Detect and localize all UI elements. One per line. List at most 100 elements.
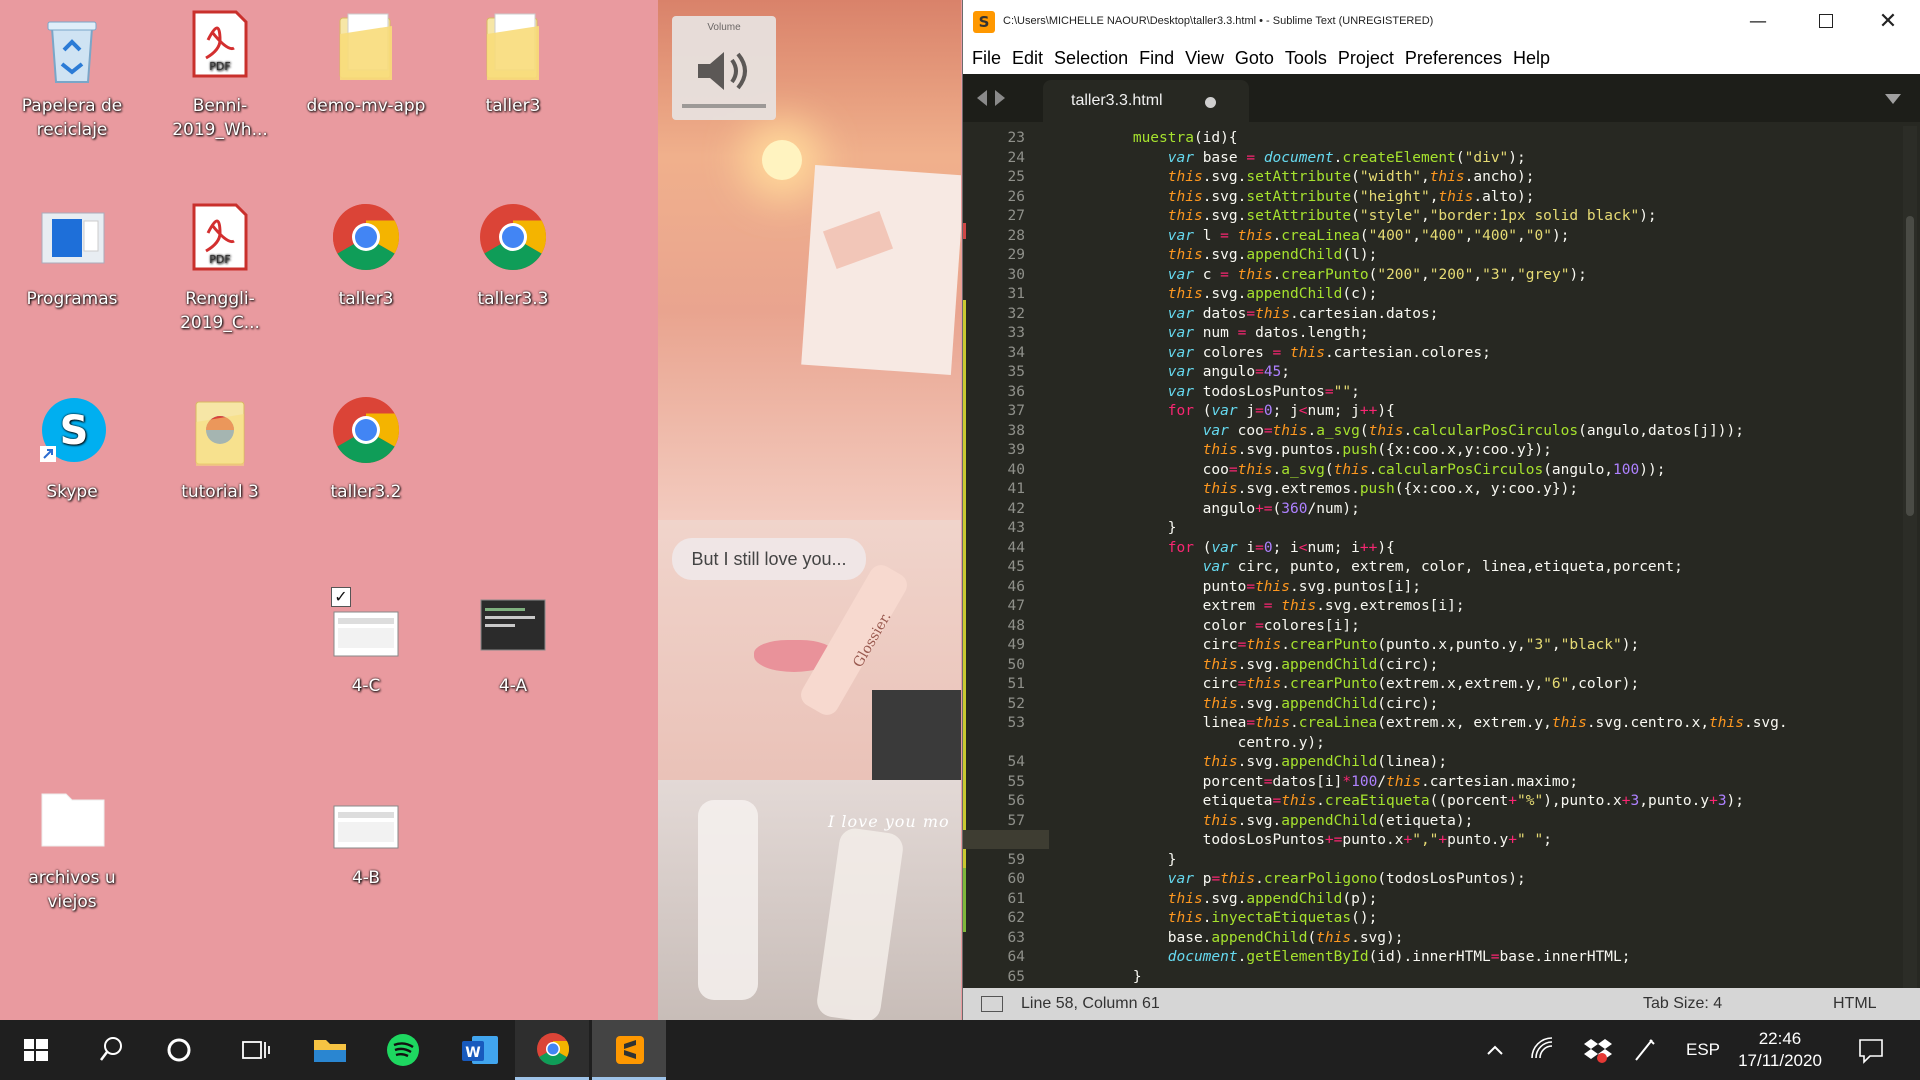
spotify-button[interactable] xyxy=(365,1020,439,1080)
desktop-icon-4-c[interactable]: 4-C xyxy=(296,590,436,698)
code-line[interactable]: var l = this.creaLinea("400","400","400"… xyxy=(1063,228,1570,244)
menu-edit[interactable]: Edit xyxy=(1009,48,1051,69)
code-line[interactable]: color =colores[i]; xyxy=(1063,618,1360,634)
code-line[interactable]: var datos=this.cartesian.datos; xyxy=(1063,306,1439,322)
maximize-button[interactable] xyxy=(1801,0,1851,43)
code-line[interactable]: this.svg.appendChild(l); xyxy=(1063,247,1378,263)
desktop-icon-recycle-bin[interactable]: Papelera de reciclaje xyxy=(2,10,142,142)
code-line[interactable]: this.svg.appendChild(c); xyxy=(1063,286,1378,302)
code-line[interactable]: todosLosPuntos+=punto.x+","+punto.y+" "; xyxy=(1063,832,1552,848)
code-line[interactable]: this.svg.puntos.push({x:coo.x,y:coo.y}); xyxy=(1063,442,1552,458)
menu-tools[interactable]: Tools xyxy=(1282,48,1335,69)
close-button[interactable]: ✕ xyxy=(1863,0,1913,43)
tab-taller3-3[interactable]: taller3.3.html xyxy=(1043,80,1249,122)
code-line[interactable]: this.svg.appendChild(etiqueta); xyxy=(1063,813,1474,829)
search-button[interactable] xyxy=(73,1020,147,1080)
code-line[interactable]: etiqueta=this.creaEtiqueta((porcent+"%")… xyxy=(1063,793,1744,809)
panel-toggle-icon[interactable] xyxy=(981,996,1003,1012)
code-line[interactable]: linea=this.creaLinea(extrem.x, extrem.y,… xyxy=(1063,715,1788,731)
language-indicator[interactable]: ESP xyxy=(1686,1020,1720,1080)
dropbox-button[interactable] xyxy=(1572,1020,1612,1080)
code-line[interactable]: circ=this.crearPunto(punto.x,punto.y,"3"… xyxy=(1063,637,1640,653)
unsaved-dot-icon[interactable] xyxy=(1205,97,1216,108)
code-line[interactable]: var colores = this.cartesian.colores; xyxy=(1063,345,1491,361)
code-line[interactable]: this.svg.setAttribute("style","border:1p… xyxy=(1063,208,1657,224)
code-line[interactable]: var p=this.crearPoligono(todosLosPuntos)… xyxy=(1063,871,1526,887)
word-button[interactable]: W xyxy=(440,1020,514,1080)
menu-selection[interactable]: Selection xyxy=(1051,48,1136,69)
code-line[interactable]: this.svg.extremos.push({x:coo.x, y:coo.y… xyxy=(1063,481,1578,497)
task-view-button[interactable] xyxy=(219,1020,293,1080)
code-line[interactable]: coo=this.a_svg(this.calcularPosCirculos(… xyxy=(1063,462,1666,478)
code-line[interactable]: var coo=this.a_svg(this.calcularPosCircu… xyxy=(1063,423,1744,439)
desktop-icon-programas[interactable]: Programas xyxy=(2,203,142,311)
code-line[interactable]: } xyxy=(1063,520,1177,536)
sublime-taskbar-button[interactable] xyxy=(592,1020,666,1080)
minimize-button[interactable]: — xyxy=(1733,0,1783,43)
desktop-icon-taller3-3-chrome[interactable]: taller3.3 xyxy=(443,203,583,311)
cursor-position[interactable]: Line 58, Column 61 xyxy=(1021,995,1160,1013)
code-line[interactable]: circ=this.crearPunto(extrem.x,extrem.y,"… xyxy=(1063,676,1640,692)
code-line[interactable]: var circ, punto, extrem, color, linea,et… xyxy=(1063,559,1683,575)
desktop-icon-demo-mv-app[interactable]: demo-mv-app xyxy=(296,10,436,118)
menu-project[interactable]: Project xyxy=(1335,48,1402,69)
menu-goto[interactable]: Goto xyxy=(1232,48,1282,69)
code-line[interactable]: document.getElementById(id).innerHTML=ba… xyxy=(1063,949,1631,965)
tab-size[interactable]: Tab Size: 4 xyxy=(1643,995,1722,1013)
code-line[interactable]: this.svg.setAttribute("width",this.ancho… xyxy=(1063,169,1535,185)
code-line[interactable]: var angulo=45; xyxy=(1063,364,1290,380)
menu-find[interactable]: Find xyxy=(1136,48,1182,69)
syntax-mode[interactable]: HTML xyxy=(1833,995,1877,1013)
desktop-icon-tutorial-3[interactable]: tutorial 3 xyxy=(150,396,290,504)
desktop-icon-taller3-folder[interactable]: taller3 xyxy=(443,10,583,118)
notifications-button[interactable] xyxy=(1848,1020,1894,1080)
desktop-icon-taller3-2-chrome[interactable]: taller3.2 xyxy=(296,396,436,504)
chrome-taskbar-button[interactable] xyxy=(515,1020,589,1080)
menu-file[interactable]: File xyxy=(969,48,1009,69)
code-line[interactable]: this.svg.appendChild(circ); xyxy=(1063,657,1439,673)
code-line[interactable]: muestra(id){ xyxy=(1063,130,1238,146)
desktop-icon-taller3-chrome[interactable]: taller3 xyxy=(296,203,436,311)
network-button[interactable] xyxy=(1522,1020,1562,1080)
tab-nav-right-icon[interactable] xyxy=(995,90,1005,106)
code-line[interactable]: for (var i=0; i<num; i++){ xyxy=(1063,540,1395,556)
tab-list-dropdown-icon[interactable] xyxy=(1885,94,1901,104)
code-line[interactable]: this.svg.appendChild(linea); xyxy=(1063,754,1447,770)
title-bar[interactable]: S C:\Users\MICHELLE NAOUR\Desktop\taller… xyxy=(963,0,1920,43)
menu-help[interactable]: Help xyxy=(1510,48,1558,69)
code-line[interactable]: this.svg.appendChild(circ); xyxy=(1063,696,1439,712)
code-line[interactable]: porcent=datos[i]*100/this.cartesian.maxi… xyxy=(1063,774,1578,790)
cortana-button[interactable] xyxy=(146,1020,220,1080)
code-line[interactable]: var todosLosPuntos=""; xyxy=(1063,384,1360,400)
menu-preferences[interactable]: Preferences xyxy=(1402,48,1510,69)
tab-nav-left-icon[interactable] xyxy=(977,90,987,106)
desktop-icon-4-b[interactable]: 4-B xyxy=(296,782,436,890)
code-line[interactable]: this.svg.setAttribute("height",this.alto… xyxy=(1063,189,1535,205)
minimap-scrollbar[interactable] xyxy=(1903,126,1917,988)
code-line[interactable]: this.svg.appendChild(p); xyxy=(1063,891,1378,907)
desktop-icon-pdf-renggli[interactable]: PDF Renggli-2019_C... xyxy=(150,203,290,335)
desktop-icon-archivos-u-viejos[interactable]: archivos u viejos xyxy=(2,782,142,914)
code-line[interactable]: } xyxy=(1063,852,1177,868)
code-line[interactable]: centro.y); xyxy=(1063,735,1325,751)
desktop-icon-pdf-benni[interactable]: PDF Benni-2019_Wh... xyxy=(150,10,290,142)
code-editor[interactable]: muestra(id){ var base = document.createE… xyxy=(1063,126,1893,988)
code-line[interactable]: var c = this.crearPunto("200","200","3",… xyxy=(1063,267,1587,283)
code-line[interactable]: var base = document.createElement("div")… xyxy=(1063,150,1526,166)
code-line[interactable]: extrem = this.svg.extremos[i]; xyxy=(1063,598,1465,614)
file-explorer-button[interactable] xyxy=(292,1020,366,1080)
pen-workspace-button[interactable] xyxy=(1624,1020,1664,1080)
clock[interactable]: 22:46 17/11/2020 xyxy=(1730,1020,1830,1080)
menu-view[interactable]: View xyxy=(1182,48,1232,69)
code-line[interactable]: for (var j=0; j<num; j++){ xyxy=(1063,403,1395,419)
code-line[interactable]: this.inyectaEtiquetas(); xyxy=(1063,910,1378,926)
desktop-icon-4-a[interactable]: 4-A xyxy=(443,590,583,698)
desktop-icon-skype[interactable]: S Skype xyxy=(2,396,142,504)
code-line[interactable]: punto=this.svg.puntos[i]; xyxy=(1063,579,1421,595)
code-line[interactable]: base.appendChild(this.svg); xyxy=(1063,930,1404,946)
start-button[interactable] xyxy=(0,1020,74,1080)
code-line[interactable]: } xyxy=(1063,969,1142,985)
code-line[interactable]: var num = datos.length; xyxy=(1063,325,1369,341)
code-line[interactable]: angulo+=(360/num); xyxy=(1063,501,1360,517)
show-hidden-icons-button[interactable] xyxy=(1480,1020,1510,1080)
